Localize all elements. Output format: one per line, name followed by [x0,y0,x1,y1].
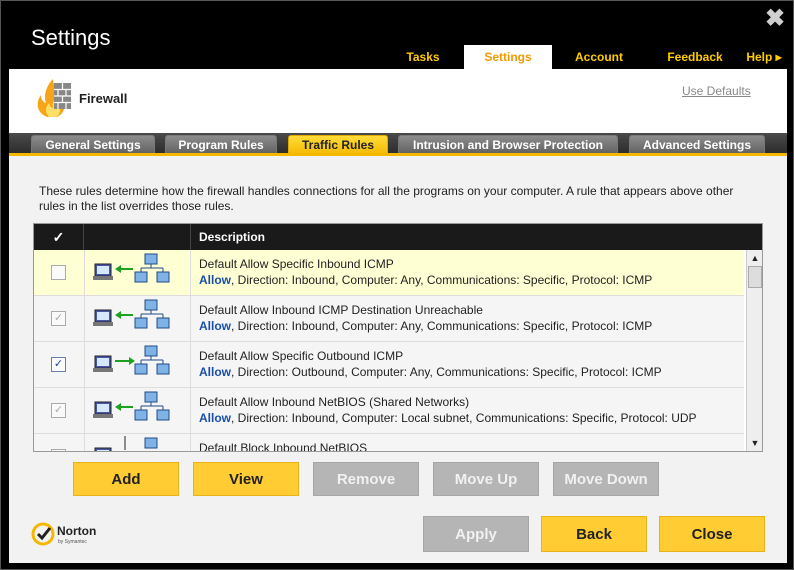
norton-check-icon: Norton by Symantec [31,522,96,546]
inbound-rule-icon [93,299,170,329]
tab-help[interactable]: Help ▸ [742,45,786,69]
rules-description: These rules determine how the firewall h… [39,184,734,213]
table-row[interactable]: Default Block Inbound NetBIOS [34,434,744,452]
inbound-rule-icon [93,253,170,283]
rule-details: Allow, Direction: Inbound, Computer: Any… [199,319,652,333]
close-icon[interactable]: ✖ [764,7,786,31]
rule-detail-text: , Direction: Outbound, Computer: Any, Co… [231,365,662,379]
rules-table: ✓ Description Default Allow Specific Inb… [33,223,763,452]
rule-icon-cell [84,342,191,388]
rule-checkbox[interactable] [51,449,66,451]
norton-wordmark: Norton [57,524,96,538]
header-icon-col [84,224,191,250]
rule-detail-text: , Direction: Inbound, Computer: Any, Com… [231,273,653,287]
subtab-program-rules[interactable]: Program Rules [165,135,277,155]
rule-action: Allow [199,273,231,287]
tab-settings[interactable]: Settings [464,45,552,69]
rule-icon-cell [84,250,191,296]
rule-details: Allow, Direction: Inbound, Computer: Loc… [199,411,697,425]
tab-tasks[interactable]: Tasks [385,45,461,69]
move-up-button[interactable]: Move Up [433,462,539,496]
apply-button[interactable]: Apply [423,516,529,552]
block-rule-icon [94,436,158,451]
subtab-traffic-rules[interactable]: Traffic Rules [288,135,388,155]
norton-logo: Norton by Symantec [31,519,121,549]
table-row[interactable]: Default Allow Specific Inbound ICMP Allo… [34,250,744,296]
view-button[interactable]: View [193,462,299,496]
rule-name: Default Allow Inbound NetBIOS (Shared Ne… [199,395,470,409]
subtab-general-settings[interactable]: General Settings [31,135,155,155]
rule-detail-text: , Direction: Inbound, Computer: Local su… [231,411,697,425]
move-down-button[interactable]: Move Down [553,462,659,496]
header-description: Description [199,230,266,244]
inbound-rule-icon [93,391,170,421]
rule-action: Allow [199,319,231,333]
window-title: Settings [31,25,111,50]
back-button[interactable]: Back [541,516,647,552]
table-row[interactable]: ✓ Default Allow Inbound NetBIOS (Shared … [34,388,744,434]
header-check: ✓ [34,224,84,250]
scroll-up-icon[interactable]: ▲ [747,250,762,266]
rule-name: Default Allow Inbound ICMP Destination U… [199,303,483,317]
rule-icon-cell [84,434,191,451]
rule-icon-cell [84,388,191,434]
section-title: Firewall [79,91,128,106]
use-defaults-link[interactable]: Use Defaults [682,84,751,98]
rule-action: Allow [199,411,231,425]
settings-window: Settings ✖ Tasks Settings Account Feedba… [0,0,794,570]
norton-byline: by Symantec [58,539,87,545]
outbound-rule-icon [93,345,170,375]
rule-details: Allow, Direction: Inbound, Computer: Any… [199,273,652,287]
subtab-advanced-settings[interactable]: Advanced Settings [629,135,765,155]
rule-details: Allow, Direction: Outbound, Computer: An… [199,365,662,379]
rule-icon-cell [84,296,191,342]
rule-detail-text: , Direction: Inbound, Computer: Any, Com… [231,319,653,333]
rule-name: Default Allow Specific Outbound ICMP [199,349,404,363]
scroll-down-icon[interactable]: ▼ [747,435,762,451]
traffic-rules-content: These rules determine how the firewall h… [9,156,787,563]
section-header: Firewall Use Defaults [9,69,787,133]
rule-checkbox[interactable]: ✓ [51,357,66,372]
rules-scrollbar[interactable]: ▲ ▼ [746,250,762,451]
table-header: ✓ Description [34,224,762,250]
add-button[interactable]: Add [73,462,179,496]
table-row[interactable]: ✓ Default Allow Inbound ICMP Destination… [34,296,744,342]
subtab-intrusion-browser-protection[interactable]: Intrusion and Browser Protection [398,135,618,155]
tab-account[interactable]: Account [557,45,641,69]
subtab-bar: General Settings Program Rules Traffic R… [9,133,787,155]
table-row[interactable]: ✓ Default Allow Specific Outbound ICMP A… [34,342,744,388]
rule-checkbox[interactable]: ✓ [51,311,66,326]
scroll-thumb[interactable] [748,266,762,288]
rule-checkbox[interactable]: ✓ [51,403,66,418]
tab-feedback[interactable]: Feedback [651,45,739,69]
rule-checkbox[interactable] [51,265,66,280]
rule-name: Default Allow Specific Inbound ICMP [199,257,394,271]
rule-name: Default Block Inbound NetBIOS [199,441,368,452]
rule-action: Allow [199,365,231,379]
remove-button[interactable]: Remove [313,462,419,496]
close-button[interactable]: Close [659,516,765,552]
firewall-icon [37,79,71,117]
settings-panel: Firewall Use Defaults General Settings P… [9,69,787,563]
